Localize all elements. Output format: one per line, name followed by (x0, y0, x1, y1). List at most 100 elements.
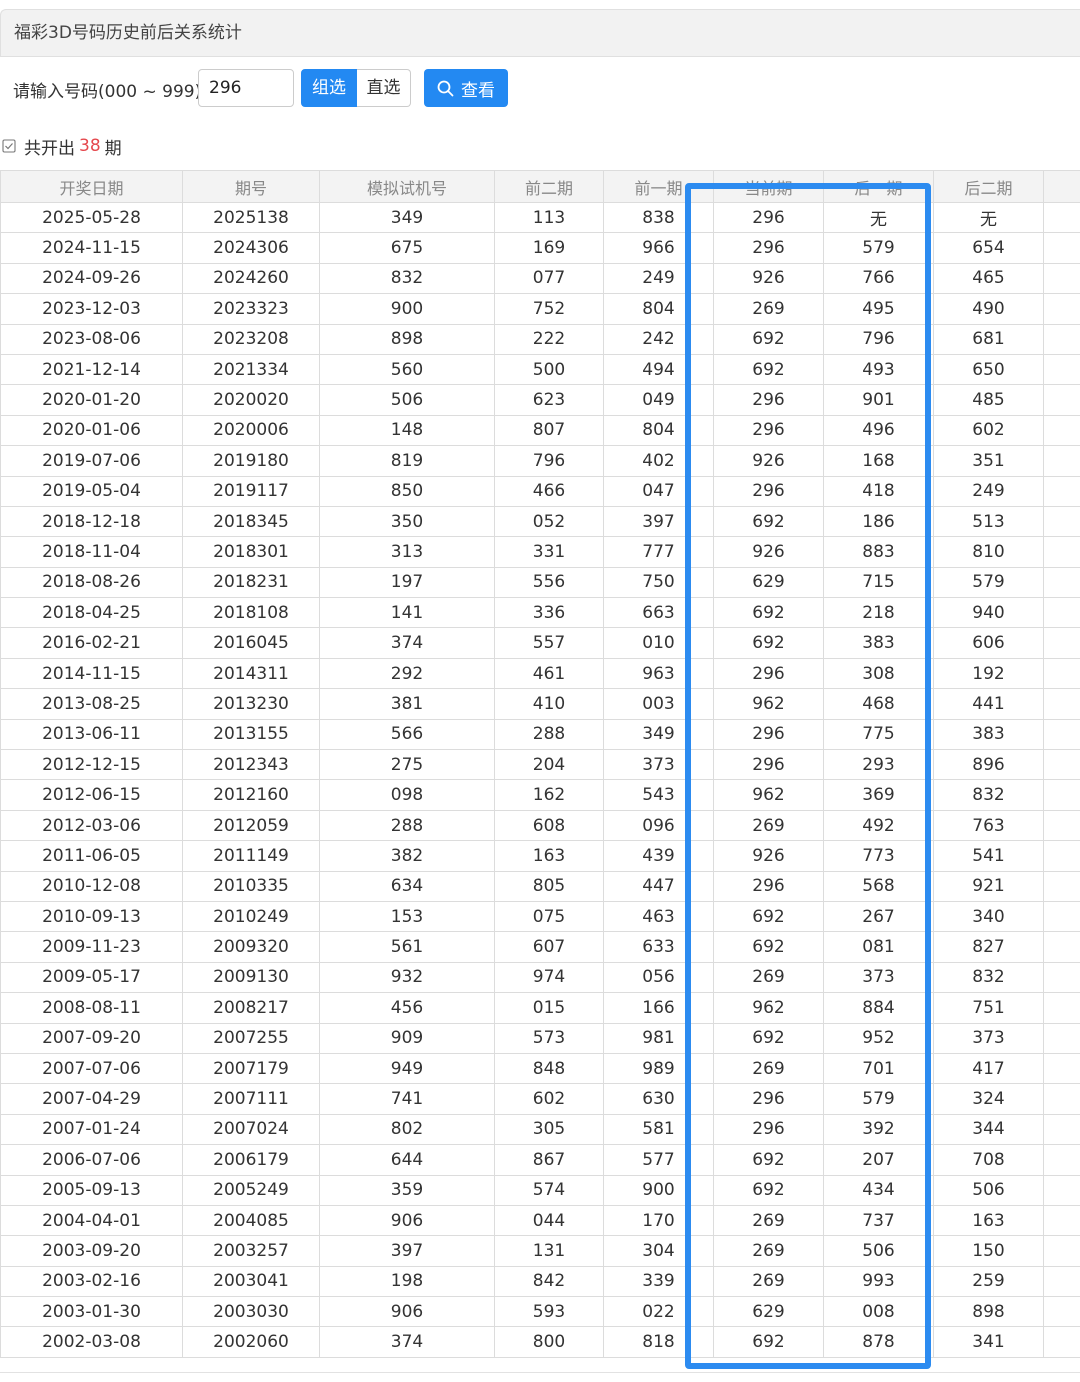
cell-filler (1043, 718, 1080, 751)
cell-next-2: 150 (933, 1235, 1044, 1267)
cell-next-1: 952 (823, 1022, 934, 1054)
cell-issue: 2016045 (182, 627, 320, 659)
cell-filler (1043, 414, 1080, 447)
cell-prev-2: 752 (494, 293, 604, 325)
cell-prev-2: 607 (494, 931, 604, 963)
number-input[interactable] (198, 69, 294, 107)
cell-draw-date: 2009-05-17 (0, 961, 183, 994)
view-button[interactable]: 查看 (424, 69, 508, 107)
cell-filler (1043, 293, 1080, 325)
cell-prev-1: 003 (603, 688, 714, 720)
cell-prev-2: 974 (494, 961, 604, 994)
cell-current: 296 (713, 232, 824, 264)
table-row: 2012-03-06 2012059 288 608 096 269 492 763 (0, 809, 1080, 842)
table-row: 2003-01-30 2003030 906 593 022 629 008 898 (0, 1296, 1080, 1328)
cell-trial-number: 148 (319, 414, 495, 447)
cell-filler (1043, 870, 1080, 902)
cell-draw-date: 2007-07-06 (0, 1052, 183, 1085)
cell-trial-number: 819 (319, 445, 495, 477)
cell-next-1: 无 (823, 201, 934, 234)
cell-next-2: 896 (933, 749, 1044, 781)
cell-next-2: 832 (933, 961, 1044, 994)
cell-trial-number: 832 (319, 262, 495, 295)
cell-filler (1043, 384, 1080, 416)
cell-prev-1: 047 (603, 475, 714, 507)
cell-next-2: 832 (933, 779, 1044, 811)
cell-issue: 2025138 (182, 201, 320, 234)
cell-next-1: 293 (823, 749, 934, 781)
table-row: 2007-04-29 2007111 741 602 630 296 579 324 (0, 1083, 1080, 1115)
cell-draw-date: 2006-07-06 (0, 1144, 183, 1176)
cell-prev-2: 593 (494, 1296, 604, 1328)
cell-next-2: 163 (933, 1204, 1044, 1237)
table-row: 2023-08-06 2023208 898 222 242 692 796 681 (0, 323, 1080, 355)
cell-current: 296 (713, 718, 824, 751)
search-icon (437, 80, 454, 97)
cell-issue: 2007255 (182, 1022, 320, 1054)
cell-next-1: 901 (823, 384, 934, 416)
cell-prev-1: 402 (603, 445, 714, 477)
cell-draw-date: 2020-01-06 (0, 414, 183, 447)
cell-current: 296 (713, 657, 824, 690)
table-row: 2014-11-15 2014311 292 461 963 296 308 192 (0, 657, 1080, 690)
table-row: 2002-03-08 2002060 374 800 818 692 878 341 (0, 1326, 1080, 1358)
cell-prev-1: 633 (603, 931, 714, 963)
cell-current: 962 (713, 688, 824, 720)
number-input-label: 请输入号码(000 ~ 999)： (13, 82, 219, 102)
cell-draw-date: 2023-08-06 (0, 323, 183, 355)
cell-next-1: 493 (823, 353, 934, 386)
cell-issue: 2020020 (182, 384, 320, 416)
cell-issue: 2007179 (182, 1052, 320, 1085)
cell-prev-1: 349 (603, 718, 714, 751)
cell-issue: 2023323 (182, 293, 320, 325)
cell-current: 926 (713, 840, 824, 872)
cell-draw-date: 2019-05-04 (0, 475, 183, 507)
cell-filler (1043, 536, 1080, 568)
cell-prev-1: 630 (603, 1083, 714, 1115)
cell-current: 926 (713, 262, 824, 295)
cell-next-2: 383 (933, 718, 1044, 751)
cell-next-1: 715 (823, 566, 934, 599)
result-summary: 共开出 38 期 (0, 134, 122, 159)
cell-issue: 2013230 (182, 688, 320, 720)
cell-trial-number: 275 (319, 749, 495, 781)
cell-issue: 2004085 (182, 1204, 320, 1237)
cell-prev-1: 049 (603, 384, 714, 416)
cell-trial-number: 932 (319, 961, 495, 994)
cell-filler (1043, 1204, 1080, 1237)
cell-prev-1: 663 (603, 597, 714, 629)
cell-prev-1: 963 (603, 657, 714, 690)
table-row: 2020-01-20 2020020 506 623 049 296 901 485 (0, 384, 1080, 416)
cell-next-2: 341 (933, 1326, 1044, 1358)
cell-current: 692 (713, 931, 824, 963)
cell-issue: 2018301 (182, 536, 320, 568)
cell-next-1: 207 (823, 1144, 934, 1176)
cell-prev-2: 075 (494, 900, 604, 933)
cell-filler (1043, 1052, 1080, 1085)
cell-next-2: 751 (933, 992, 1044, 1024)
cell-filler (1043, 627, 1080, 659)
cell-current: 269 (713, 1052, 824, 1085)
cell-issue: 2023208 (182, 323, 320, 355)
cell-next-1: 579 (823, 1083, 934, 1115)
cell-trial-number: 456 (319, 992, 495, 1024)
group-select-button[interactable]: 组选 (301, 69, 357, 107)
cell-next-1: 308 (823, 657, 934, 690)
cell-current: 692 (713, 323, 824, 355)
table-row: 2018-04-25 2018108 141 336 663 692 218 940 (0, 597, 1080, 629)
cell-prev-2: 163 (494, 840, 604, 872)
cell-current: 692 (713, 900, 824, 933)
history-table: 开奖日期 期号 模拟试机号 前二期 前一期 当前期 后一期 后二期 2025-0… (0, 170, 1080, 1358)
cell-issue: 2012160 (182, 779, 320, 811)
cell-prev-2: 305 (494, 1113, 604, 1146)
table-row: 2003-09-20 2003257 397 131 304 269 506 150 (0, 1235, 1080, 1267)
table-header-row: 开奖日期 期号 模拟试机号 前二期 前一期 当前期 后一期 后二期 (0, 170, 1080, 203)
cell-prev-1: 373 (603, 749, 714, 781)
cell-current: 962 (713, 992, 824, 1024)
cell-draw-date: 2023-12-03 (0, 293, 183, 325)
cell-prev-2: 162 (494, 779, 604, 811)
cell-next-1: 883 (823, 536, 934, 568)
direct-select-button[interactable]: 直选 (357, 69, 411, 107)
table-row: 2011-06-05 2011149 382 163 439 926 773 541 (0, 840, 1080, 872)
cell-next-2: 无 (933, 201, 1044, 234)
